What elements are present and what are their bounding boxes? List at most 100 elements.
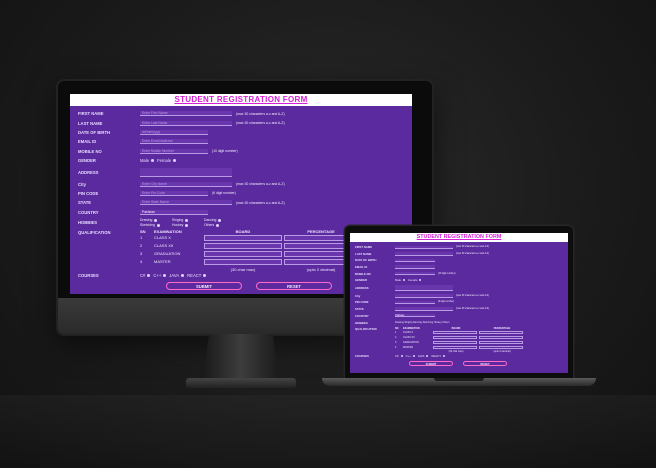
gender-label: GENDER — [78, 158, 96, 164]
pin-row: PIN CODE Enter Pin Code (6 digit number) — [78, 189, 404, 198]
course-react-radio[interactable] — [203, 274, 207, 278]
submit-button[interactable]: SUBMIT — [166, 282, 242, 291]
course-java-radio[interactable] — [181, 274, 185, 278]
laptop-reset-button[interactable]: RESET — [463, 361, 507, 367]
laptop-email-input[interactable] — [395, 265, 435, 269]
pin-label: PIN CODE — [78, 190, 99, 196]
laptop-hobbies-list[interactable]: Drawing Singing Dancing Sketching Hockey… — [395, 321, 465, 324]
laptop-first-name-input[interactable] — [395, 245, 453, 249]
city-input[interactable]: Enter City Name — [140, 181, 232, 187]
mobile-label: MOBILE NO — [78, 148, 102, 154]
city-row: City Enter City Name (max 30 characters … — [78, 179, 404, 188]
laptop-courses-row: COURSES C# C++ JAVA REACT — [355, 353, 563, 360]
laptop-dob-row: DATE OF BIRTH — [355, 257, 563, 264]
address-label: ADDRESS — [78, 169, 99, 175]
hobbies-list: Drawing Singing Dancing Sketching Hockey… — [140, 218, 236, 227]
gender-male-label: Male — [140, 158, 150, 164]
form-title: STUDENT REGISTRATION FORM — [70, 94, 412, 106]
laptop-city-input[interactable] — [395, 294, 453, 298]
board-input[interactable] — [204, 258, 282, 265]
hobby-drawing[interactable]: Drawing — [140, 218, 172, 222]
mobile-hint: (10 digit number) — [212, 149, 238, 154]
laptop-screen: STUDENT REGISTRATION FORM FIRST NAME (max… — [350, 233, 568, 373]
laptop-submit-button[interactable]: SUBMIT — [409, 361, 453, 367]
laptop-country-row: COUNTRY Pakistan — [355, 312, 563, 319]
laptop-action-row: SUBMIT RESET — [355, 360, 563, 368]
checkbox-icon — [216, 224, 220, 228]
gender-row: GENDER Male Female — [78, 156, 404, 165]
laptop-form-title: STUDENT REGISTRATION FORM — [350, 233, 568, 242]
qualification-label: QUALIFICATION — [78, 229, 111, 235]
course-java-label: JAVA — [169, 273, 180, 279]
laptop-gender-row: GENDER Male Female — [355, 277, 563, 284]
checkbox-icon — [218, 219, 222, 223]
laptop-address-row: ADDRESS — [355, 284, 563, 293]
country-label: COUNTRY — [78, 209, 99, 215]
last-name-hint: (max 30 characters a-z and A-Z) — [236, 121, 285, 126]
email-input[interactable]: Enter Email Address — [140, 139, 208, 145]
first-name-row: FIRST NAME Enter First Name (max 30 char… — [78, 109, 404, 118]
qualification-row-4: 4 MASTER — [140, 258, 364, 266]
laptop-email-row: EMAIL ID — [355, 264, 563, 271]
gender-female-radio[interactable] — [173, 159, 177, 163]
laptop-female-radio[interactable] — [419, 279, 422, 282]
gender-male-radio[interactable] — [151, 159, 155, 163]
board-input[interactable] — [204, 250, 282, 257]
dob-input[interactable]: dd/mm/yyyy — [140, 129, 208, 135]
laptop-dob-input[interactable] — [395, 258, 435, 263]
course-cpp-label: C++ — [153, 273, 162, 279]
laptop-mobile-input[interactable] — [395, 271, 435, 276]
hobby-dancing[interactable]: Dancing — [204, 218, 236, 222]
laptop-last-name-input[interactable] — [395, 252, 453, 256]
course-cpp-radio[interactable] — [163, 274, 167, 278]
address-row: ADDRESS — [78, 165, 404, 179]
courses-label: COURSES — [78, 273, 99, 279]
qualification-header: SN EXAMINATION BOARD PERCENTAGE — [140, 229, 364, 234]
board-input[interactable] — [204, 234, 282, 241]
monitor-base — [186, 378, 296, 388]
course-csharp-label: C# — [140, 273, 146, 279]
reset-button[interactable]: RESET — [256, 282, 332, 291]
hobby-sketching[interactable]: Sketching — [140, 223, 172, 227]
address-textarea[interactable] — [140, 167, 232, 177]
hobby-others[interactable]: Others — [204, 223, 236, 227]
board-input[interactable] — [204, 242, 282, 249]
last-name-input[interactable]: Enter Last Name — [140, 120, 232, 126]
course-react-label: REACT — [187, 273, 202, 279]
laptop-state-input[interactable] — [395, 307, 453, 311]
state-input[interactable]: Enter State Name — [140, 200, 232, 206]
laptop-registration-form: FIRST NAME (max 30 characters a-z and A-Z… — [350, 242, 568, 370]
laptop-country-select[interactable]: Pakistan — [395, 313, 435, 318]
pin-hint: (6 digit number) — [212, 191, 236, 196]
city-hint: (max 30 characters a-z and A-Z) — [236, 182, 285, 187]
laptop-qualification-table: SN EXAMINATION BOARD PERCENTAGE 1 CLASS X 2C… — [395, 327, 525, 353]
state-label: STATE — [78, 200, 92, 206]
first-name-input[interactable]: Enter First Name — [140, 111, 232, 117]
mobile-input[interactable]: Enter Mobile Number — [140, 148, 208, 154]
qualification-row-3: 3 GRADUATION — [140, 250, 364, 258]
laptop-pin-row: PIN CODE (6 digit number) — [355, 300, 455, 305]
email-row: EMAIL ID Enter Email Address — [78, 137, 404, 146]
header-board: BOARD — [235, 228, 251, 234]
last-name-label: LAST NAME — [78, 120, 103, 126]
board-note: (30 char max) — [230, 267, 256, 273]
checkbox-icon — [154, 219, 158, 223]
hobby-singing[interactable]: Singing — [172, 218, 204, 222]
checkbox-icon — [156, 224, 160, 228]
laptop-male-radio[interactable] — [403, 279, 406, 282]
dob-row: DATE OF BIRTH dd/mm/yyyy — [78, 128, 404, 137]
laptop-hobbies-row: HOBBIES Drawing Singing Dancing Sketching… — [355, 319, 563, 327]
pin-input[interactable]: Enter Pin Code — [140, 190, 208, 196]
floor-reflection — [0, 395, 656, 468]
laptop-pin-input[interactable] — [395, 300, 435, 305]
laptop-notch — [434, 378, 484, 381]
country-select[interactable]: Pakistan — [140, 209, 208, 215]
course-csharp-radio[interactable] — [147, 274, 151, 278]
city-label: City — [78, 181, 86, 187]
checkbox-icon — [185, 219, 189, 223]
laptop-address-textarea[interactable] — [395, 285, 453, 292]
laptop-qualification-row: QUALIFICATION SN EXAMINATION BOARD PERCENTA… — [355, 327, 563, 353]
hobby-hockey[interactable]: Hockey — [172, 223, 204, 227]
qualification-row-1: 1 CLASS X — [140, 234, 364, 242]
monitor-stand — [203, 334, 279, 380]
